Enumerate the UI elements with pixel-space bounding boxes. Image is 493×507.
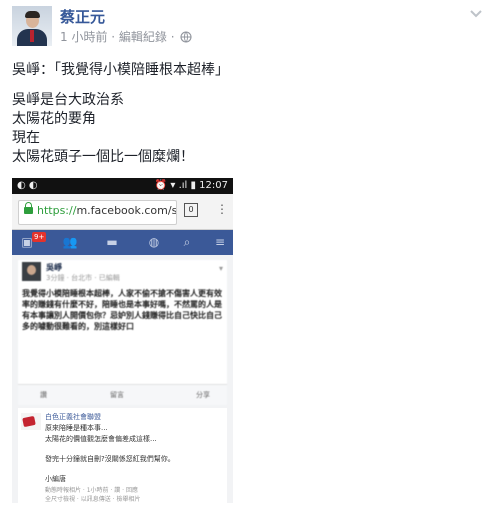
overflow-menu-icon: ⋮ xyxy=(216,202,228,216)
comment-action: 留言 xyxy=(110,391,124,399)
browser-url-bar: https://m.facebook.com/stc 0 ⋮ xyxy=(12,194,233,230)
tab-count-icon: 0 xyxy=(184,203,198,217)
share-card: 白色正義社會聯盟 原來陪睡是種本事... 太陽花的價值觀怎麼會偏差成這樣... … xyxy=(18,408,227,503)
chevron-down-icon[interactable] xyxy=(469,4,483,18)
menu-icon: ≡ xyxy=(214,235,226,249)
share-action: 分享 xyxy=(196,391,210,399)
author-avatar[interactable] xyxy=(12,6,52,46)
lock-icon xyxy=(24,202,33,214)
post-meta: 1 小時前 · 編輯紀錄 · xyxy=(60,28,192,46)
share-line: 原來陪睡是種本事... xyxy=(45,424,108,432)
inner-author: 吳崢 xyxy=(46,263,62,272)
post-line: 太陽花的要角 xyxy=(12,111,96,127)
status-right-icons: ⏰ ▾ .ıl ▮ 12:07 xyxy=(154,180,228,191)
status-left-icons: ◐ ◐ xyxy=(17,180,38,191)
news-feed-icon: ▣ 9+ xyxy=(21,232,47,249)
post-time[interactable]: 1 小時前 xyxy=(60,30,107,44)
share-line: 發完十分鐘就自刪?沒關係您紅我們幫你。 xyxy=(45,455,175,463)
globe-icon: ◍ xyxy=(148,235,160,249)
post-line: 吳崢是台大政治系 xyxy=(12,92,124,108)
post-line: 太陽花頭子一個比一個糜爛！ xyxy=(12,149,194,165)
messages-icon: ▬ xyxy=(106,235,118,249)
friends-icon: 👥 xyxy=(62,235,78,249)
fb-mobile-nav: ▣ 9+ 👥 ▬ ◍ ⌕ ≡ xyxy=(12,230,233,255)
meta-separator: · xyxy=(107,30,119,44)
inner-post-card: 吳崢 3分鐘 · 台北市 · 已編輯 ▾ 我覺得小模陪睡根本超棒，人家不偷不搶不… xyxy=(18,260,227,384)
search-icon: ⌕ xyxy=(183,235,191,249)
facebook-post: 蔡正元 1 小時前 · 編輯紀錄 · 吳崢：「我覺得小模陪睡根本超棒」 吳崢是台… xyxy=(0,0,493,507)
edit-history-link[interactable]: 編輯紀錄 xyxy=(119,30,167,44)
share-page-name: 白色正義社會聯盟 xyxy=(45,413,101,421)
like-action: 讚 xyxy=(40,391,47,399)
url-scheme: https:// xyxy=(37,204,77,217)
url-host: m.facebook.com/stc xyxy=(76,204,177,217)
phone-status-bar: ◐ ◐ ⏰ ▾ .ıl ▮ 12:07 xyxy=(12,178,233,194)
chevron-down-icon: ▾ xyxy=(218,264,223,273)
inner-meta: 3分鐘 · 台北市 · 已編輯 xyxy=(46,274,120,282)
post-line-quote: 吳崢：「我覺得小模陪睡根本超棒」 xyxy=(12,62,229,78)
post-line: 現在 xyxy=(12,130,40,146)
inner-action-bar: 讚 留言 分享 xyxy=(18,384,227,405)
share-line: 太陽花的價值觀怎麼會偏差成這樣... xyxy=(45,435,157,443)
attached-photo[interactable]: ◐ ◐ ⏰ ▾ .ıl ▮ 12:07 https://m.facebook.c… xyxy=(12,178,233,503)
url-field: https://m.facebook.com/stc xyxy=(18,200,177,225)
inner-avatar xyxy=(22,262,41,281)
meta-separator: · xyxy=(166,30,179,44)
page-logo xyxy=(21,413,41,430)
post-text: 吳崢：「我覺得小模陪睡根本超棒」 吳崢是台大政治系 太陽花的要角 現在 太陽花頭… xyxy=(12,61,229,167)
globe-icon[interactable] xyxy=(180,31,192,46)
share-foot: 動態時報相片 · 1小時前 · 讚 · 回應 xyxy=(45,487,138,494)
notification-badge: 9+ xyxy=(32,232,47,242)
share-foot: 全尺寸檢視 · 以訊息傳送 · 檢舉相片 xyxy=(45,496,141,503)
author-name[interactable]: 蔡正元 xyxy=(60,6,105,27)
share-line: 小編唐 xyxy=(45,475,66,483)
inner-post-body: 我覺得小模陪睡根本超棒，人家不偷不搶不傷害人更有效率的賺錢有什麼不好，陪睡也是本… xyxy=(22,289,222,331)
